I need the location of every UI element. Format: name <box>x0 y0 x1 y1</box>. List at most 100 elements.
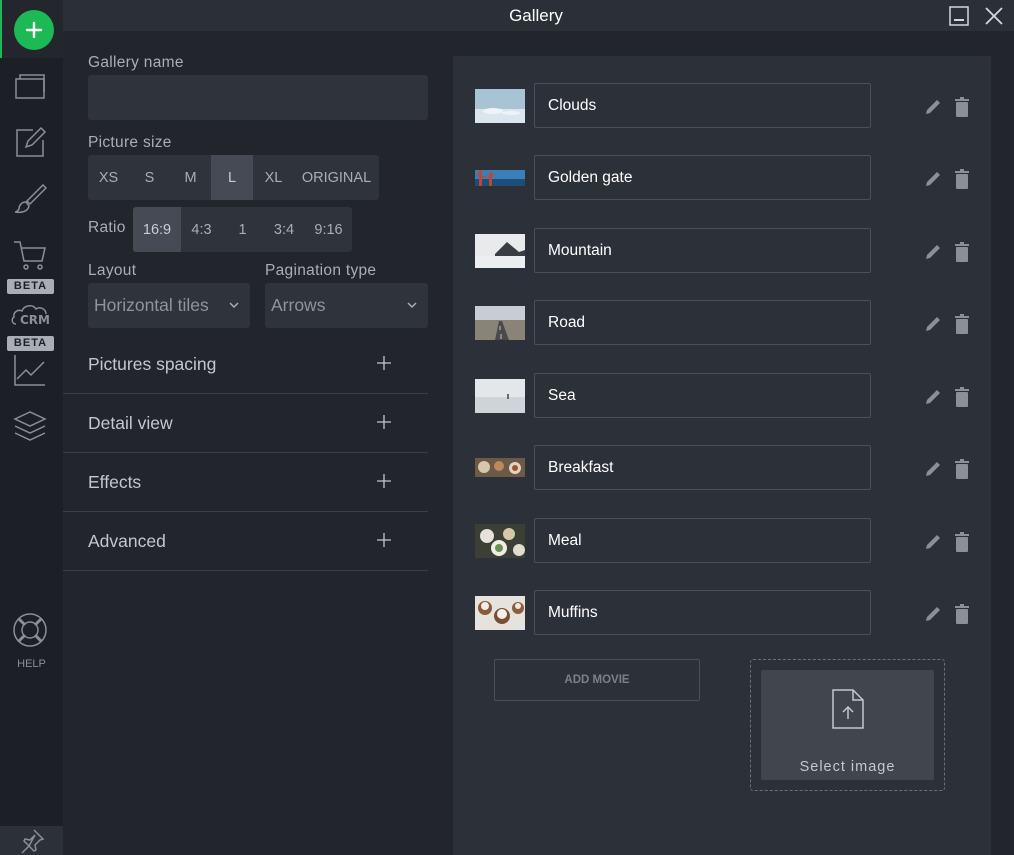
beta-badge: BETA <box>7 336 54 351</box>
image-name-input[interactable]: Meal <box>534 518 871 563</box>
help-lifebuoy-icon[interactable] <box>12 612 48 648</box>
delete-image-button[interactable] <box>952 241 972 263</box>
size-option-l[interactable]: L <box>211 155 253 200</box>
pencil-icon <box>926 390 940 404</box>
brush-icon[interactable] <box>12 181 48 217</box>
size-option-xs[interactable]: XS <box>88 155 129 200</box>
trash-icon <box>955 459 969 479</box>
add-button[interactable] <box>14 10 54 50</box>
chevron-down-icon <box>407 302 417 309</box>
image-thumbnail[interactable] <box>475 161 525 195</box>
layout-select-value: Horizontal tiles <box>94 295 209 315</box>
image-name-input[interactable]: Breakfast <box>534 445 871 490</box>
pagination-type-select[interactable]: Arrows <box>265 283 428 328</box>
plus-icon <box>25 21 43 39</box>
edit-image-button[interactable] <box>923 96 943 118</box>
ratio-option-9-16[interactable]: 9:16 <box>305 207 352 252</box>
add-movie-button[interactable]: ADD MOVIE <box>494 659 700 701</box>
ratio-label: Ratio <box>88 219 126 236</box>
edit-icon[interactable] <box>12 124 48 160</box>
image-name-input[interactable]: Golden gate <box>534 155 871 200</box>
image-name-input[interactable]: Sea <box>534 373 871 418</box>
edit-image-button[interactable] <box>923 531 943 553</box>
image-drop-zone[interactable]: Select image <box>750 659 945 791</box>
accordion-pictures-spacing[interactable]: Pictures spacing <box>63 335 428 394</box>
pencil-icon <box>926 172 940 186</box>
image-thumbnail[interactable] <box>475 306 525 340</box>
delete-image-button[interactable] <box>952 168 972 190</box>
trash-icon <box>955 314 969 334</box>
image-thumbnail[interactable] <box>475 379 525 413</box>
image-name-input[interactable]: Road <box>534 300 871 345</box>
left-rail: BETA CRM BETA HELP <box>0 0 63 855</box>
pin-icon <box>20 828 44 854</box>
help-label[interactable]: HELP <box>0 658 63 670</box>
layout-label: Layout <box>88 262 137 279</box>
crm-icon[interactable]: CRM <box>10 297 52 333</box>
beta-badge: BETA <box>7 279 54 294</box>
picture-size-selector: XS S M L XL ORIGINAL <box>88 155 379 200</box>
analytics-icon[interactable] <box>12 352 48 388</box>
pencil-icon <box>926 317 940 331</box>
layout-select[interactable]: Horizontal tiles <box>88 283 250 328</box>
gallery-name-input[interactable] <box>88 75 428 120</box>
accordion-label: Pictures spacing <box>88 354 217 374</box>
trash-icon <box>955 242 969 262</box>
image-name-input[interactable]: Mountain <box>534 228 871 273</box>
layers-icon[interactable] <box>12 408 48 444</box>
minimize-button[interactable] <box>948 5 970 27</box>
edit-image-button[interactable] <box>923 168 943 190</box>
delete-image-button[interactable] <box>952 313 972 335</box>
size-option-m[interactable]: M <box>170 155 211 200</box>
image-thumbnail[interactable] <box>475 596 525 630</box>
pagination-type-label: Pagination type <box>265 262 377 279</box>
image-row: Golden gate <box>453 155 991 201</box>
cart-icon[interactable] <box>12 238 48 274</box>
delete-image-button[interactable] <box>952 531 972 553</box>
accordion-detail-view[interactable]: Detail view <box>63 394 428 453</box>
pagination-select-value: Arrows <box>271 295 326 315</box>
gallery-name-label: Gallery name <box>88 54 184 71</box>
image-thumbnail[interactable] <box>475 451 525 485</box>
size-option-xl[interactable]: XL <box>253 155 294 200</box>
image-name-input[interactable]: Muffins <box>534 590 871 635</box>
image-thumbnail[interactable] <box>475 89 525 123</box>
pencil-icon <box>926 245 940 259</box>
edit-image-button[interactable] <box>923 603 943 625</box>
edit-image-button[interactable] <box>923 386 943 408</box>
edit-image-button[interactable] <box>923 313 943 335</box>
accordion-label: Advanced <box>88 531 166 551</box>
size-option-s[interactable]: S <box>129 155 170 200</box>
image-thumbnail[interactable] <box>475 524 525 558</box>
pencil-icon <box>926 535 940 549</box>
accordion-effects[interactable]: Effects <box>63 453 428 512</box>
select-image-button[interactable]: Select image <box>761 670 934 780</box>
select-image-label: Select image <box>799 759 896 775</box>
pencil-icon <box>926 462 940 476</box>
pencil-icon <box>926 607 940 621</box>
image-row: Clouds <box>453 83 991 129</box>
plus-icon <box>377 533 391 547</box>
trash-icon <box>955 169 969 189</box>
ratio-option-3-4[interactable]: 3:4 <box>263 207 305 252</box>
ratio-option-1[interactable]: 1 <box>222 207 263 252</box>
accordion-advanced[interactable]: Advanced <box>63 512 428 571</box>
image-row: Muffins <box>453 590 991 636</box>
delete-image-button[interactable] <box>952 96 972 118</box>
close-icon <box>985 7 1003 25</box>
close-button[interactable] <box>983 5 1005 27</box>
add-element-tab <box>0 0 63 58</box>
size-option-original[interactable]: ORIGINAL <box>294 155 379 200</box>
ratio-option-4-3[interactable]: 4:3 <box>181 207 222 252</box>
delete-image-button[interactable] <box>952 386 972 408</box>
picture-size-label: Picture size <box>88 134 172 151</box>
image-name-input[interactable]: Clouds <box>534 83 871 128</box>
edit-image-button[interactable] <box>923 241 943 263</box>
pages-icon[interactable] <box>12 67 48 103</box>
delete-image-button[interactable] <box>952 458 972 480</box>
edit-image-button[interactable] <box>923 458 943 480</box>
image-thumbnail[interactable] <box>475 234 525 268</box>
ratio-option-16-9[interactable]: 16:9 <box>133 207 181 252</box>
pin-button[interactable] <box>0 826 63 855</box>
delete-image-button[interactable] <box>952 603 972 625</box>
